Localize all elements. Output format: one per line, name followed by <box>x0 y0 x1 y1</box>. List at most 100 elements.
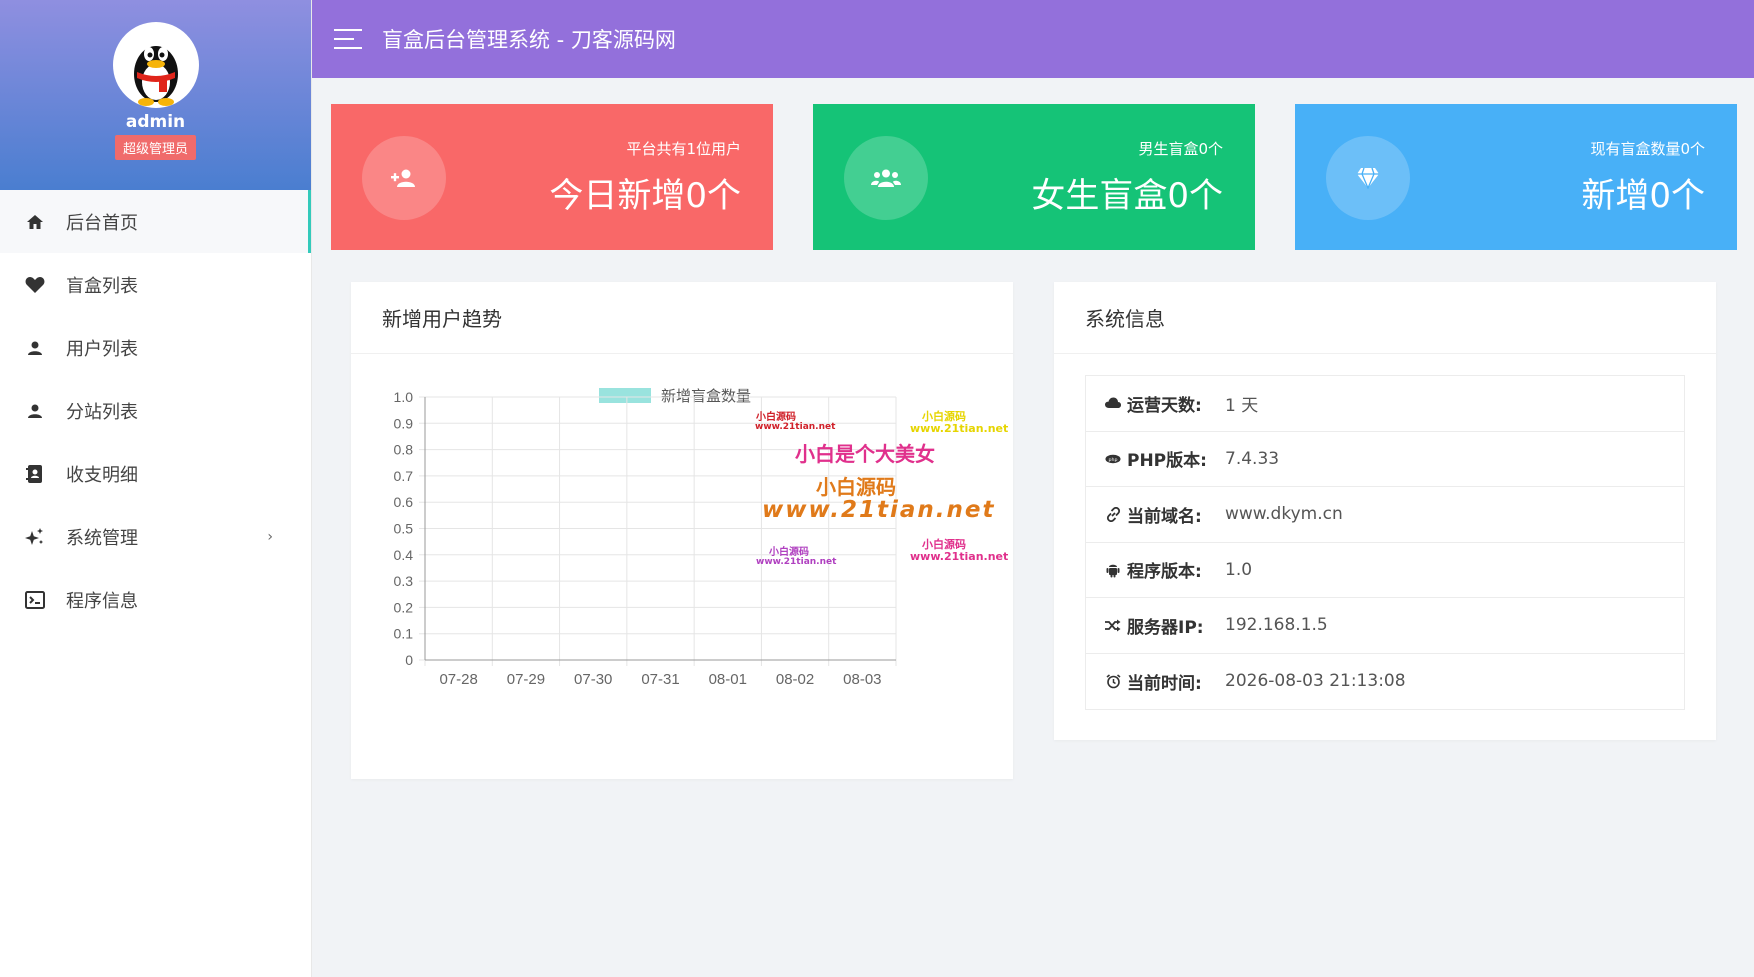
x-tick-label: 07-29 <box>507 671 545 688</box>
menu-toggle-icon[interactable] <box>334 29 362 49</box>
home-icon <box>24 211 46 233</box>
watermark-small-name: 小白源码 <box>769 547 809 558</box>
sidebar-item-label: 系统管理 <box>66 527 138 549</box>
top-bar: 盲盒后台管理系统 - 刀客源码网 <box>312 0 1754 78</box>
sysinfo-key: 当前域名: <box>1127 506 1202 527</box>
sysinfo-value: 7.4.33 <box>1225 448 1280 469</box>
watermark-brand: 小白源码 <box>816 475 896 499</box>
php-icon: php <box>1105 451 1121 467</box>
y-tick-label: 0 <box>405 652 413 668</box>
sysinfo-value[interactable]: www.dkym.cn <box>1225 504 1343 524</box>
sidebar-item-substation-list[interactable]: 分站列表 <box>0 379 311 442</box>
y-tick-label: 0.7 <box>394 468 414 484</box>
profile-header: admin 超级管理员 <box>0 0 311 190</box>
y-tick-label: 0.4 <box>394 547 414 563</box>
watermark-small-name: 小白源码 <box>756 412 796 423</box>
watermark-url: www.21tian.net <box>762 497 996 523</box>
profile-name: admin <box>125 112 186 132</box>
chevron-right-icon: › <box>267 528 273 545</box>
sparkles-icon <box>24 526 46 548</box>
sidebar-item-label: 收支明细 <box>66 464 138 486</box>
x-tick-label: 08-01 <box>709 671 747 688</box>
sidebar-item-user-list[interactable]: 用户列表 <box>0 316 311 379</box>
shuffle-icon <box>1105 617 1121 633</box>
panel-title: 系统信息 <box>1054 282 1716 354</box>
sysinfo-row-php: php PHP版本: 7.4.33 <box>1086 432 1684 487</box>
y-tick-label: 0.9 <box>394 415 414 431</box>
link-icon <box>1105 506 1121 522</box>
trend-chart: 1.0 0.9 0.8 0.7 0.6 0.5 0.4 0.3 0.2 0.1 0 07-28 07-2… <box>394 389 897 688</box>
y-tick-label: 0.8 <box>394 442 414 458</box>
user-icon <box>24 337 46 359</box>
stat-card-value: 今日新增0个 <box>549 176 741 216</box>
heart-icon <box>24 274 46 296</box>
role-badge: 超级管理员 <box>114 135 196 160</box>
sidebar-item-blindbox-list[interactable]: 盲盒列表 <box>0 253 311 316</box>
panel-title: 新增用户趋势 <box>351 282 1013 354</box>
watermark-small-url: www.21tian.net <box>910 422 1009 435</box>
y-tick-label: 0.1 <box>394 626 414 642</box>
sidebar-item-label: 后台首页 <box>66 212 138 234</box>
sysinfo-row-uptime: 运营天数: 1 天 <box>1086 376 1684 432</box>
sysinfo-value: 1.0 <box>1225 559 1253 580</box>
contacts-icon <box>24 463 46 485</box>
penguin-avatar-icon <box>133 46 178 106</box>
user-icon <box>24 400 46 422</box>
y-tick-label: 0.5 <box>394 521 414 537</box>
sysinfo-key: 运营天数: <box>1127 395 1202 416</box>
sysinfo-row-version: 程序版本: 1.0 <box>1086 543 1684 598</box>
y-tick-label: 0.2 <box>394 599 414 615</box>
x-tick-label: 07-31 <box>641 671 679 688</box>
android-icon <box>1105 562 1121 578</box>
sidebar-item-label: 程序信息 <box>66 590 138 612</box>
y-tick-label: 0.3 <box>394 573 414 589</box>
watermark-small-url: www.21tian.net <box>755 422 836 432</box>
sidebar-item-label: 用户列表 <box>66 338 138 360</box>
stat-card-subtitle: 平台共有1位用户 <box>626 140 741 158</box>
stat-card-inventory: 现有盲盒数量0个 新增0个 <box>1295 104 1737 250</box>
sysinfo-value: 192.168.1.5 <box>1225 615 1328 636</box>
sysinfo-row-server-ip: 服务器IP: 192.168.1.5 <box>1086 598 1684 654</box>
sysinfo-key: PHP版本: <box>1127 451 1207 472</box>
sysinfo-key: 服务器IP: <box>1127 617 1204 638</box>
sysinfo-value: 2026-08-03 21:13:08 <box>1225 671 1406 692</box>
console-icon <box>24 589 46 611</box>
stat-card-users: 平台共有1位用户 今日新增0个 <box>331 104 773 250</box>
system-info-table: 运营天数: 1 天 php PHP版本: 7.4.33 当前域名: www.dk… <box>1085 375 1685 710</box>
stat-card-boxes: 男生盲盒0个 女生盲盒0个 <box>813 104 1255 250</box>
diamond-icon <box>1326 136 1410 220</box>
watermark-small-url: www.21tian.net <box>910 550 1009 563</box>
y-tick-label: 0.6 <box>394 494 414 510</box>
watermark-headline: 小白是个大美女 <box>795 442 935 466</box>
avatar[interactable] <box>112 22 199 108</box>
sidebar-item-program-info[interactable]: 程序信息 <box>0 568 311 631</box>
sysinfo-row-domain: 当前域名: www.dkym.cn <box>1086 487 1684 543</box>
sidebar-item-system[interactable]: 系统管理 › <box>0 505 311 568</box>
alarm-icon <box>1105 673 1121 689</box>
stat-card-value: 新增0个 <box>1581 176 1705 216</box>
watermark-small-url: www.21tian.net <box>756 557 837 567</box>
stat-card-subtitle: 男生盲盒0个 <box>1138 140 1223 158</box>
x-tick-label: 07-28 <box>439 671 477 688</box>
user-plus-icon <box>362 136 446 220</box>
svg-text:php: php <box>1109 457 1118 463</box>
stat-card-subtitle: 现有盲盒数量0个 <box>1590 140 1705 158</box>
sysinfo-key: 当前时间: <box>1127 673 1202 694</box>
y-tick-label: 1.0 <box>394 389 414 405</box>
sysinfo-key: 程序版本: <box>1127 562 1202 583</box>
stat-cards: 平台共有1位用户 今日新增0个 男生盲盒0个 女生盲盒0个 现有盲盒数量0个 新… <box>331 104 1737 250</box>
cloud-icon <box>1105 395 1121 411</box>
sidebar-item-home[interactable]: 后台首页 <box>0 190 311 253</box>
user-trend-panel: 新增用户趋势 新增盲盒数量 1.0 0.9 0.8 0.7 0.6 0.5 0.4 0.3 0.… <box>351 282 1013 779</box>
page-title: 盲盒后台管理系统 - 刀客源码网 <box>382 28 676 52</box>
sidebar-item-finance[interactable]: 收支明细 <box>0 442 311 505</box>
sidebar-item-label: 分站列表 <box>66 401 138 423</box>
stat-card-value: 女生盲盒0个 <box>1031 176 1223 216</box>
system-info-panel: 系统信息 运营天数: 1 天 php PHP版本: 7.4.33 当前域名: w… <box>1054 282 1716 740</box>
x-tick-label: 08-02 <box>776 671 814 688</box>
sidebar-item-label: 盲盒列表 <box>66 275 138 297</box>
sidebar-menu: 后台首页 盲盒列表 用户列表 分站列表 收支明细 系统管理 › 程序信息 <box>0 190 311 631</box>
sysinfo-value: 1 天 <box>1225 395 1259 416</box>
users-icon <box>844 136 928 220</box>
x-tick-label: 07-30 <box>574 671 612 688</box>
